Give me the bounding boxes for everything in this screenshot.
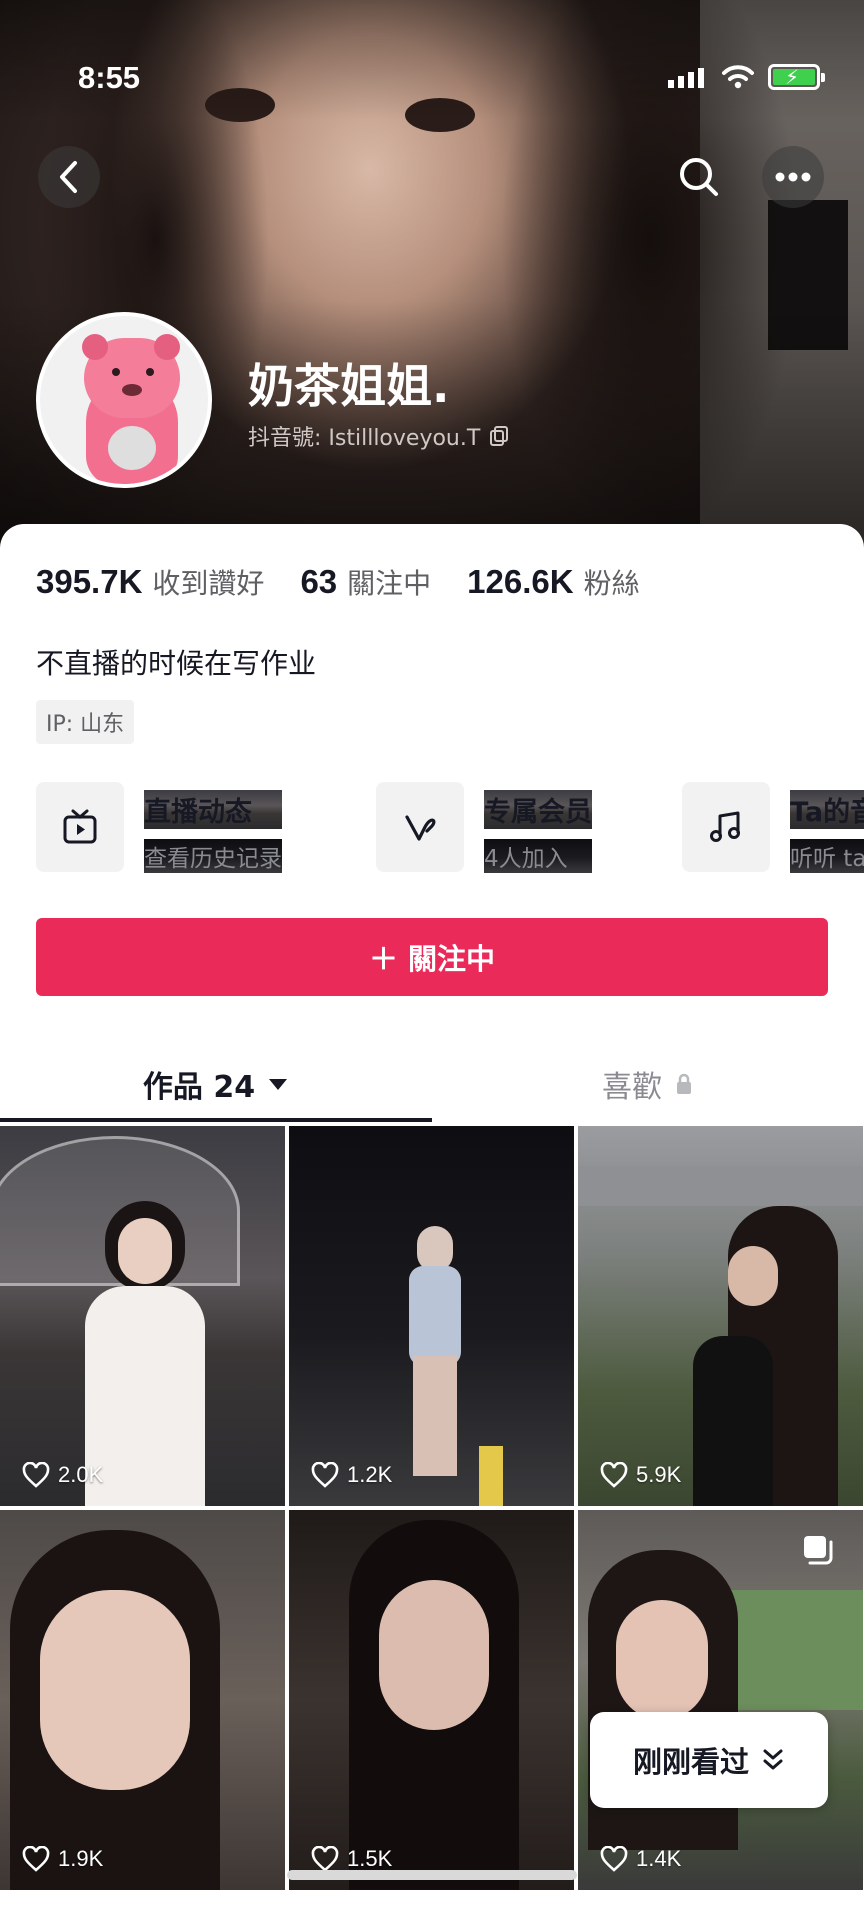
video-like-count: 1.9K (22, 1846, 103, 1872)
video-like-count: 1.4K (600, 1846, 681, 1872)
avatar[interactable] (36, 312, 212, 488)
heart-icon (311, 1846, 339, 1872)
stat-following[interactable]: 63 關注中 (300, 562, 431, 602)
stat-likes: 395.7K 收到讚好 (36, 563, 265, 600)
home-indicator[interactable] (287, 1870, 577, 1880)
video-thumbnail[interactable]: 1.2K (289, 1126, 574, 1506)
search-icon[interactable] (672, 150, 728, 206)
video-thumbnail[interactable]: 5.9K (578, 1126, 863, 1506)
video-thumbnail[interactable]: 2.0K (0, 1126, 285, 1506)
more-dots-icon (775, 172, 811, 182)
more-options-button[interactable] (762, 146, 824, 208)
follow-button[interactable]: ＋ 關注中 (36, 918, 828, 996)
caret-down-icon (269, 1079, 288, 1090)
video-thumbnail[interactable]: 1.9K (0, 1510, 285, 1890)
profile-sheet: 395.7K 收到讚好 63 關注中 126.6K 粉絲 不直播的时候在写作业 … (0, 524, 864, 1920)
music-note-icon (710, 811, 740, 842)
lock-icon (677, 1073, 691, 1094)
wifi-icon (722, 65, 754, 89)
back-button[interactable] (38, 146, 100, 208)
profile-bio: 不直播的时候在写作业 (36, 647, 317, 680)
heart-icon (600, 1462, 628, 1488)
shortcut-row: 直播动态 查看历史记录 专属会员 4人加入 Ta的音 听听 ta (36, 782, 864, 873)
video-like-count: 5.9K (600, 1462, 681, 1488)
signal-icon (668, 68, 704, 88)
handle-text: 抖音號: Istillloveyou.T (248, 426, 481, 451)
v-heart-icon (405, 815, 436, 841)
copy-icon[interactable] (488, 425, 510, 447)
status-time: 8:55 (78, 60, 141, 95)
double-chevron-down-icon (763, 1749, 783, 1770)
video-like-count: 1.2K (311, 1462, 392, 1488)
video-like-count: 1.5K (311, 1846, 392, 1872)
profile-name: 奶茶姐姐. (248, 359, 450, 413)
profile-handle[interactable]: 抖音號: Istillloveyou.T (248, 420, 510, 452)
shortcut-membership[interactable]: 专属会员 4人加入 (376, 782, 592, 873)
video-thumbnail[interactable]: 1.5K (289, 1510, 574, 1890)
heart-icon (22, 1846, 50, 1872)
battery-icon: ⚡ (768, 64, 825, 90)
stats-row: 395.7K 收到讚好 63 關注中 126.6K 粉絲 (36, 562, 676, 602)
heart-icon (311, 1462, 339, 1488)
heart-icon (600, 1846, 628, 1872)
video-like-count: 2.0K (22, 1462, 103, 1488)
tab-likes[interactable]: 喜歡 (432, 1034, 864, 1134)
heart-icon (22, 1462, 50, 1488)
chevron-left-icon (60, 161, 77, 193)
stat-followers[interactable]: 126.6K 粉絲 (467, 562, 639, 602)
shortcut-live-history[interactable]: 直播动态 查看历史记录 (36, 782, 282, 873)
tab-indicator (0, 1118, 432, 1122)
recently-viewed-button[interactable]: 刚刚看过 (590, 1712, 828, 1808)
tv-icon (63, 809, 97, 844)
ip-location-tag: IP: 山东 (36, 700, 135, 744)
multi-image-icon (804, 1536, 833, 1565)
shortcut-music[interactable]: Ta的音 听听 ta (682, 782, 864, 873)
